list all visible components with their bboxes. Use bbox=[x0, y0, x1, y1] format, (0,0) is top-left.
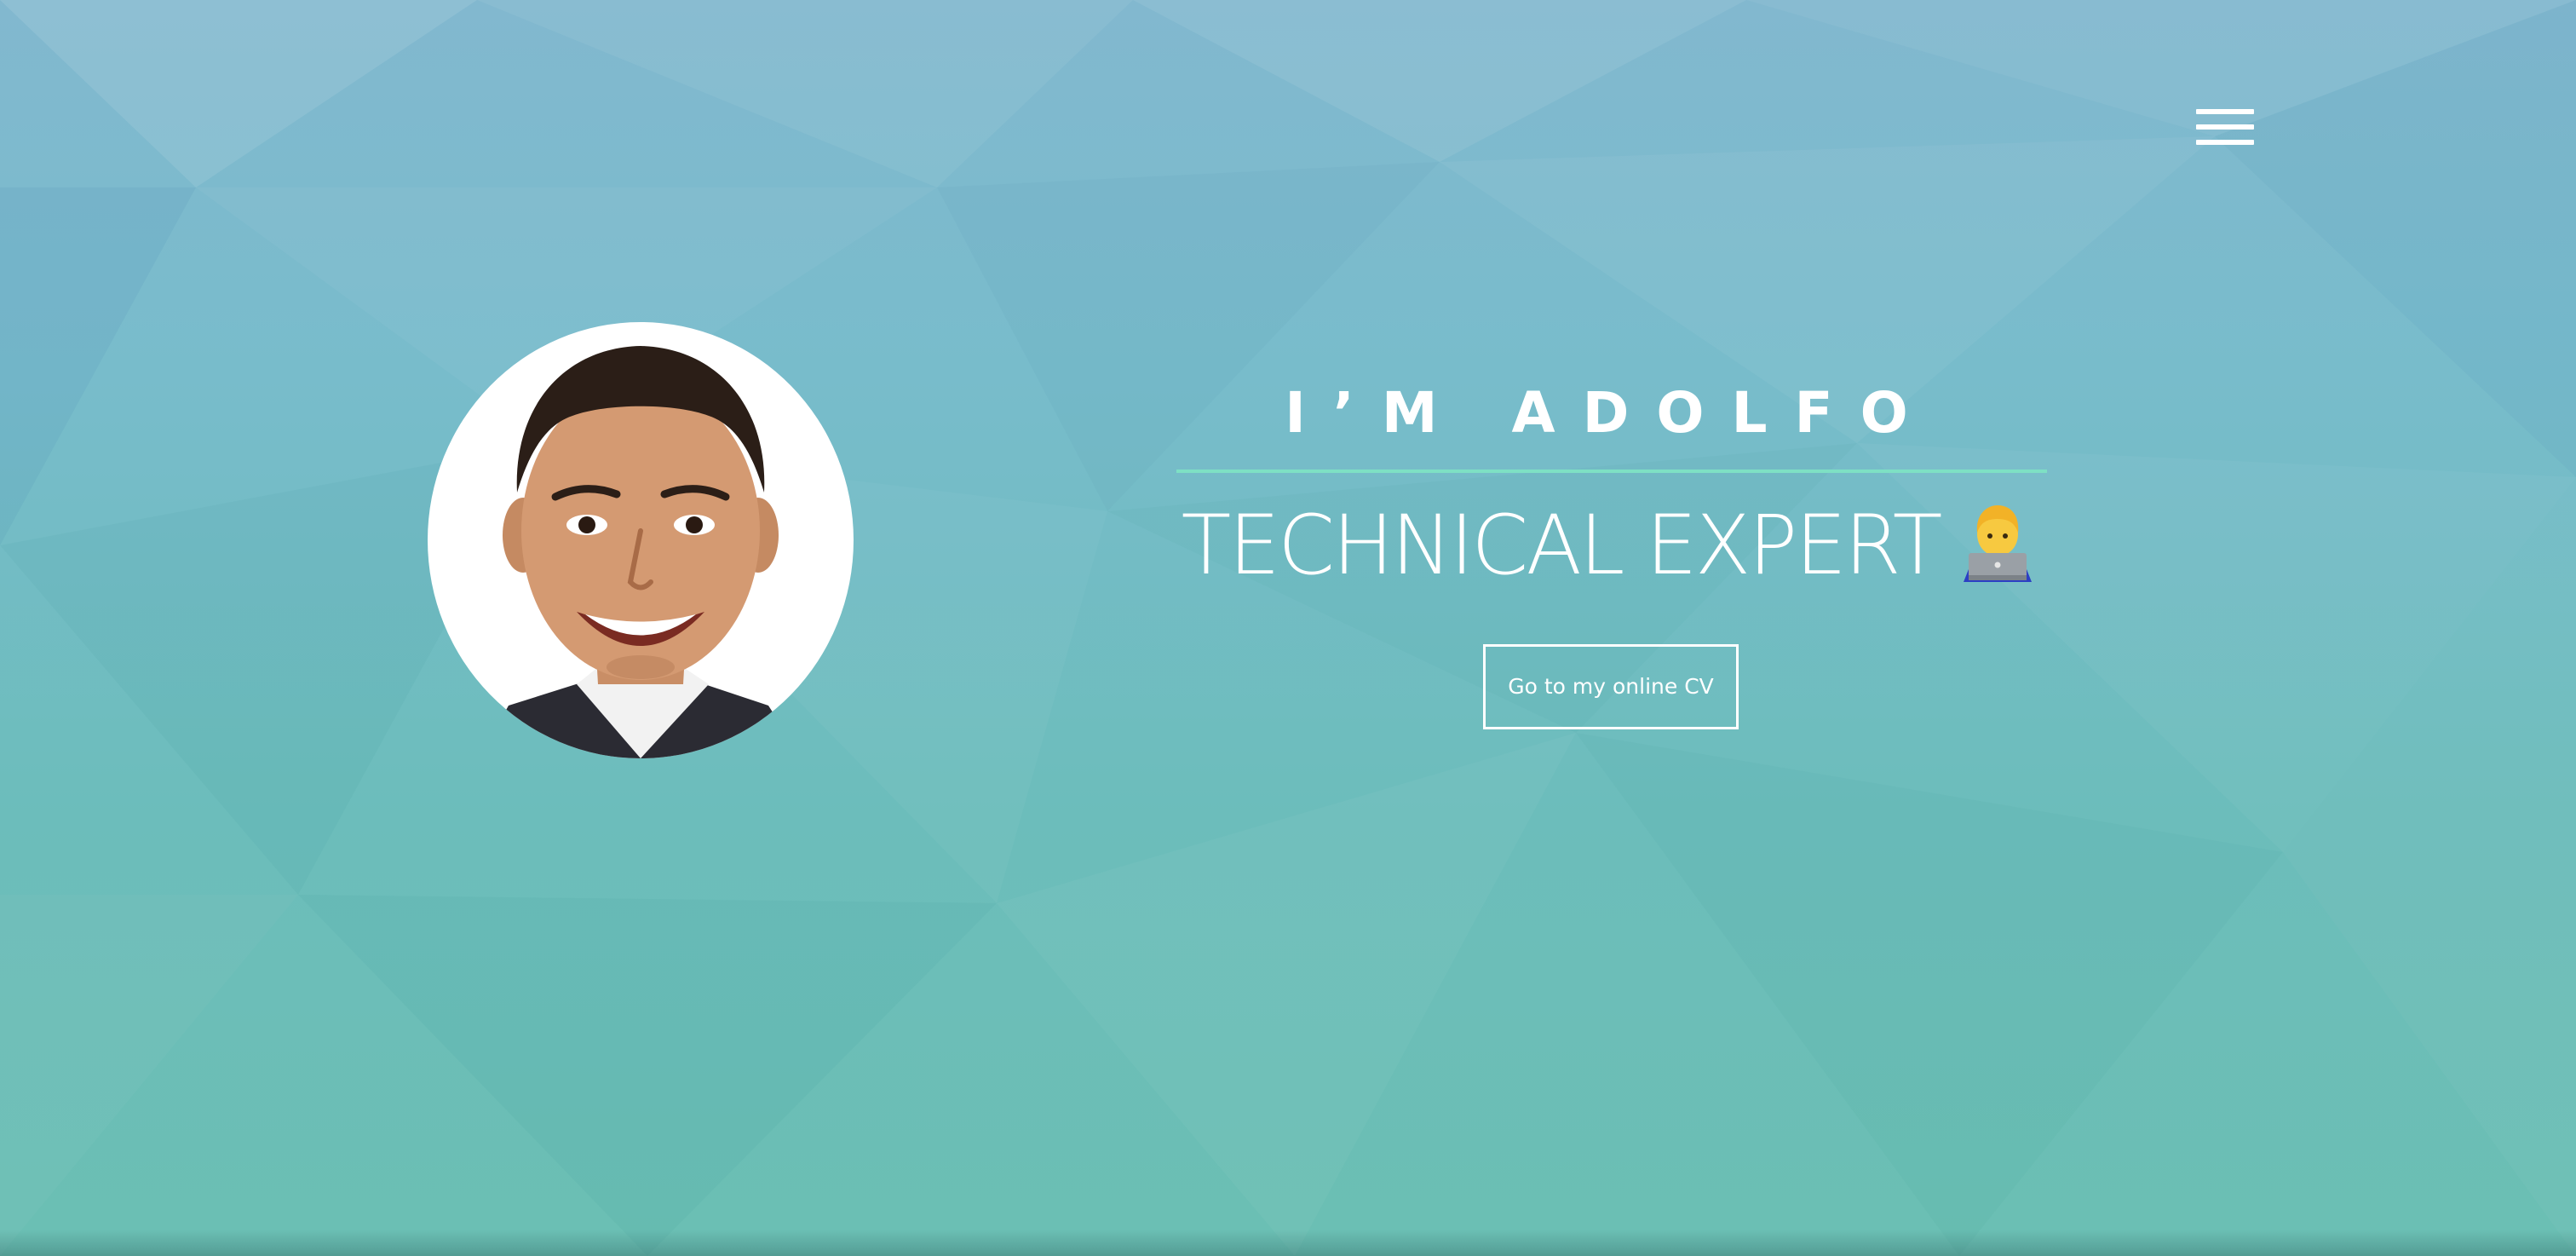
hero-greeting: I’M ADOLFO bbox=[1285, 380, 1935, 446]
online-cv-button[interactable]: Go to my online CV bbox=[1483, 644, 1739, 729]
hero-role: TECHNICAL EXPERT bbox=[1141, 494, 2079, 596]
technologist-emoji-icon bbox=[1957, 500, 2038, 582]
role-title: TECHNICAL EXPERT bbox=[1181, 498, 1943, 593]
profile-photo bbox=[428, 322, 854, 758]
menu-bar bbox=[2196, 140, 2254, 145]
menu-bar bbox=[2196, 124, 2254, 130]
hamburger-menu-icon[interactable] bbox=[2194, 104, 2256, 152]
hero-divider bbox=[1176, 470, 2047, 473]
background-pattern bbox=[0, 0, 2576, 1256]
bottom-shadow bbox=[0, 1230, 2576, 1256]
menu-bar bbox=[2196, 109, 2254, 114]
